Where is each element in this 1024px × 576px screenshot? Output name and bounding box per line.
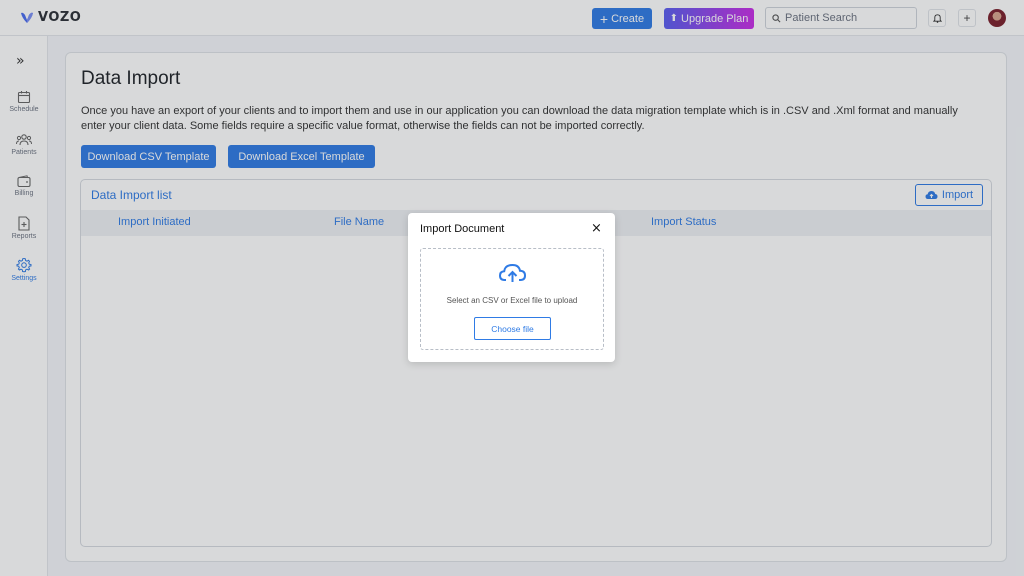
- import-document-modal: Import Document × Select an CSV or Excel…: [408, 213, 615, 362]
- close-icon[interactable]: ×: [591, 221, 602, 236]
- modal-title: Import Document: [420, 223, 505, 235]
- dropzone-hint: Select an CSV or Excel file to upload: [446, 296, 578, 305]
- file-dropzone[interactable]: Select an CSV or Excel file to upload Ch…: [420, 248, 604, 350]
- cloud-upload-icon: [499, 263, 526, 282]
- choose-file-button[interactable]: Choose file: [474, 317, 551, 340]
